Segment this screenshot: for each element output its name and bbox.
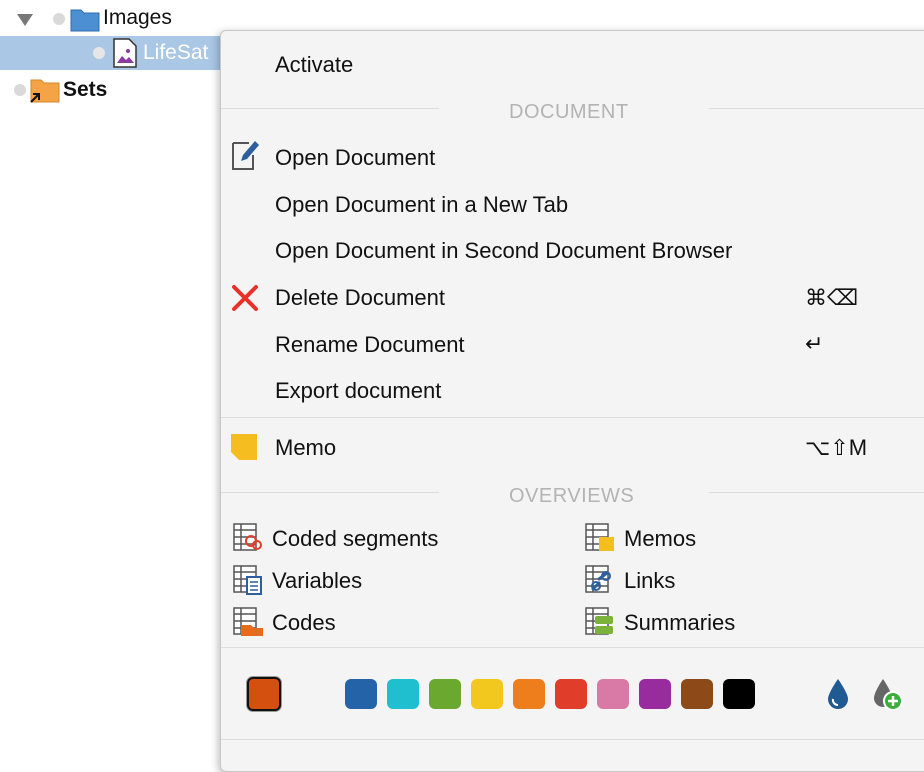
color-swatch[interactable] xyxy=(681,679,713,709)
coded-segments-table-icon xyxy=(233,523,262,551)
overview-summaries[interactable]: Summaries xyxy=(624,610,735,636)
sets-folder-icon xyxy=(30,79,60,103)
folder-icon xyxy=(70,9,100,32)
menu-item-memo[interactable]: Memo xyxy=(275,435,336,461)
separator xyxy=(221,417,924,418)
tree-row-lifesat[interactable]: LifeSat xyxy=(0,36,240,70)
tree-row-sets[interactable]: Sets xyxy=(0,72,240,106)
color-drop-icon[interactable] xyxy=(825,677,851,711)
separator xyxy=(221,108,439,109)
color-swatch[interactable] xyxy=(639,679,671,709)
color-swatch-selected[interactable] xyxy=(247,677,281,711)
status-dot-icon xyxy=(14,84,26,96)
separator xyxy=(221,739,924,740)
variables-table-icon xyxy=(233,565,262,595)
color-swatch[interactable] xyxy=(387,679,419,709)
add-color-icon[interactable] xyxy=(871,677,905,711)
separator xyxy=(709,108,924,109)
section-header-overviews: OVERVIEWS xyxy=(509,485,635,507)
edit-document-icon xyxy=(232,141,259,170)
memo-shortcut: ⌥⇧M xyxy=(805,435,868,460)
menu-item-open-new-tab[interactable]: Open Document in a New Tab xyxy=(275,192,568,218)
menu-item-rename-document[interactable]: Rename Document xyxy=(275,332,465,358)
separator xyxy=(709,492,924,493)
rename-shortcut: ↵ xyxy=(805,331,824,356)
memos-table-icon xyxy=(585,523,614,551)
menu-item-open-document[interactable]: Open Document xyxy=(275,145,435,171)
color-swatch[interactable] xyxy=(723,679,755,709)
tree-item-label: LifeSat xyxy=(143,41,209,64)
color-swatch[interactable] xyxy=(597,679,629,709)
separator xyxy=(221,492,439,493)
image-document-icon xyxy=(113,38,137,68)
context-menu: Activate DOCUMENT Open Document Open Doc… xyxy=(220,30,924,772)
color-swatch[interactable] xyxy=(345,679,377,709)
tree-item-label: Images xyxy=(103,6,172,29)
separator xyxy=(221,647,924,648)
color-swatch[interactable] xyxy=(429,679,461,709)
overview-memos[interactable]: Memos xyxy=(624,526,696,552)
menu-item-open-second-browser[interactable]: Open Document in Second Document Browser xyxy=(275,238,732,264)
menu-item-export-document[interactable]: Export document xyxy=(275,378,441,404)
summaries-table-icon xyxy=(585,607,613,635)
color-swatch[interactable] xyxy=(471,679,503,709)
delete-shortcut: ⌘⌫ xyxy=(805,285,859,310)
memo-icon xyxy=(231,434,257,460)
overview-coded-segments[interactable]: Coded segments xyxy=(272,526,438,552)
status-dot-icon xyxy=(93,47,105,59)
tree-item-label: Sets xyxy=(63,78,108,101)
overview-variables[interactable]: Variables xyxy=(272,568,362,594)
codes-table-icon xyxy=(233,607,263,636)
links-table-icon xyxy=(585,565,611,593)
color-swatch[interactable] xyxy=(513,679,545,709)
delete-x-icon xyxy=(232,285,258,311)
overview-codes[interactable]: Codes xyxy=(272,610,336,636)
document-tree: Images LifeSat Sets xyxy=(0,0,240,754)
color-swatch[interactable] xyxy=(555,679,587,709)
tree-row-images[interactable]: Images xyxy=(0,2,240,36)
status-dot-icon xyxy=(53,13,65,25)
menu-item-delete-document[interactable]: Delete Document xyxy=(275,285,445,311)
disclosure-triangle-icon[interactable] xyxy=(17,14,33,26)
section-header-document: DOCUMENT xyxy=(509,101,629,123)
menu-item-activate[interactable]: Activate xyxy=(275,52,353,78)
overview-links[interactable]: Links xyxy=(624,568,675,594)
